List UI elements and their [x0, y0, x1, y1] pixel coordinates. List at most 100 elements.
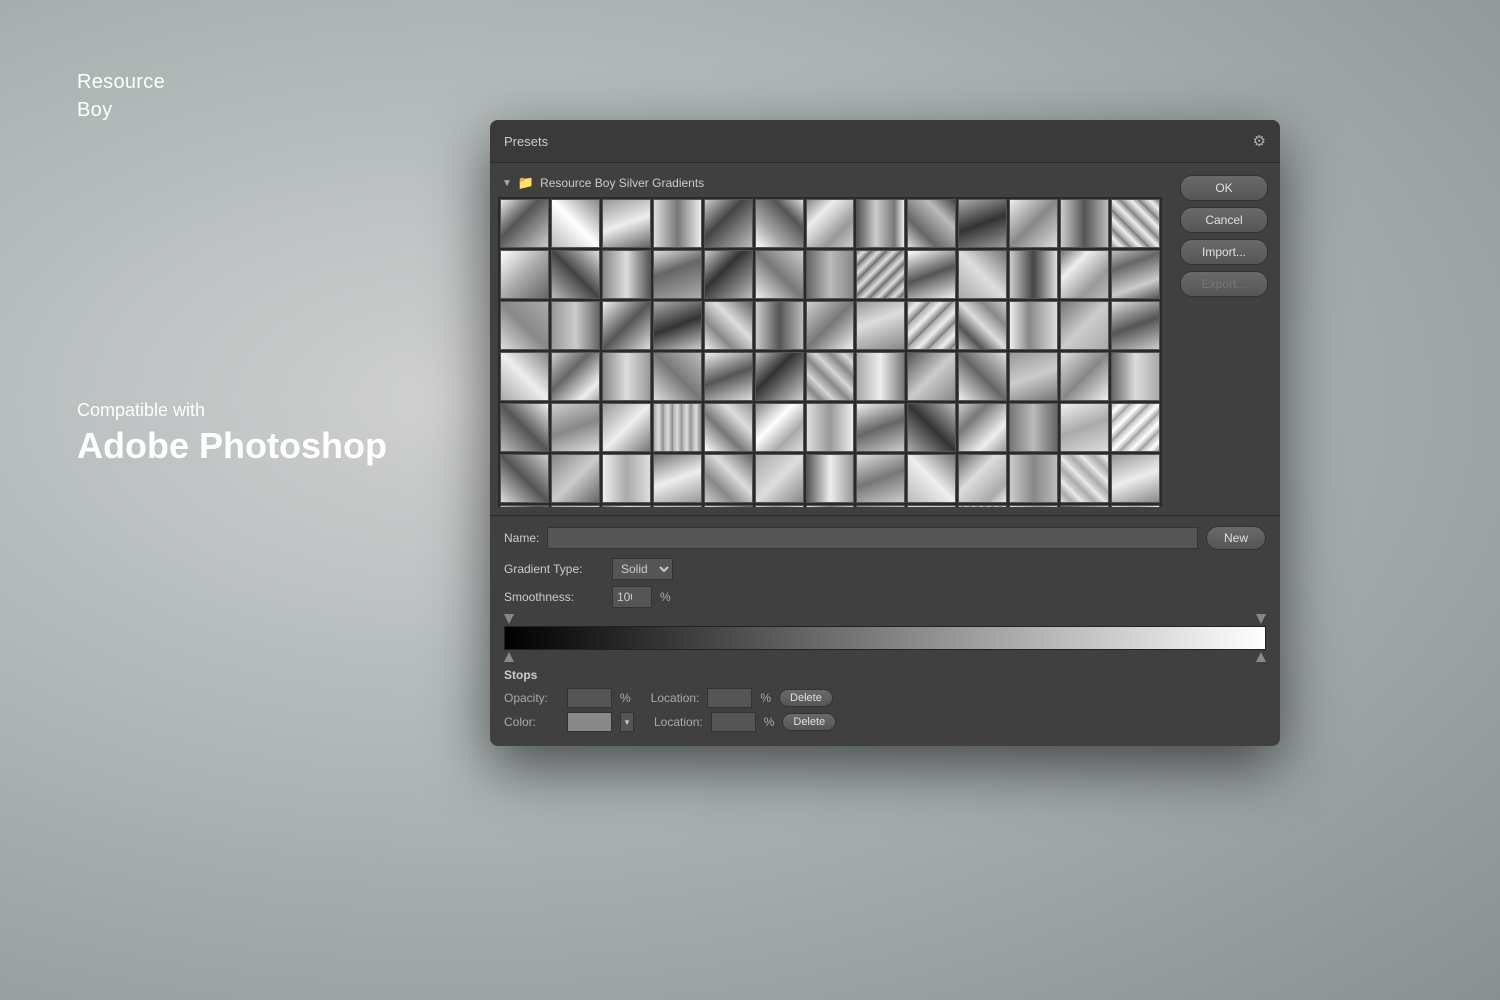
gradient-cell[interactable] [856, 250, 905, 299]
gradient-cell[interactable] [704, 505, 753, 507]
gradient-cell[interactable] [602, 301, 651, 350]
import-button[interactable]: Import... [1180, 239, 1268, 265]
gradient-cell[interactable] [806, 403, 855, 452]
gradient-cell[interactable] [602, 352, 651, 401]
gradient-cell[interactable] [500, 199, 549, 248]
gradient-cell[interactable] [1009, 454, 1058, 503]
color-location-input[interactable] [711, 712, 756, 732]
color-stop-right[interactable] [1256, 652, 1266, 662]
gradient-cell[interactable] [1111, 505, 1160, 507]
gradient-cell[interactable] [806, 352, 855, 401]
gradient-cell[interactable] [500, 301, 549, 350]
gradient-cell[interactable] [1009, 403, 1058, 452]
opacity-input[interactable] [567, 688, 612, 708]
gradient-cell[interactable] [551, 250, 600, 299]
gradient-cell[interactable] [907, 454, 956, 503]
gradient-cell[interactable] [500, 403, 549, 452]
gradient-cell[interactable] [755, 199, 804, 248]
color-stop-left[interactable] [504, 652, 514, 662]
gradient-cell[interactable] [907, 505, 956, 507]
name-input[interactable] [547, 527, 1198, 549]
gradient-cell[interactable] [500, 250, 549, 299]
gradient-cell[interactable] [653, 403, 702, 452]
gradient-cell[interactable] [1009, 352, 1058, 401]
gradient-cell[interactable] [602, 199, 651, 248]
gradient-cell[interactable] [806, 250, 855, 299]
opacity-delete-button[interactable]: Delete [779, 689, 833, 707]
gradient-cell[interactable] [602, 250, 651, 299]
gradient-cell[interactable] [1060, 199, 1109, 248]
gradient-cell[interactable] [551, 352, 600, 401]
gradient-cell[interactable] [806, 199, 855, 248]
gradient-cell[interactable] [704, 199, 753, 248]
gradient-cell[interactable] [907, 250, 956, 299]
gradient-cell[interactable] [856, 505, 905, 507]
gradient-cell[interactable] [856, 301, 905, 350]
gradient-cell[interactable] [1111, 250, 1160, 299]
gradient-cell[interactable] [1060, 454, 1109, 503]
gradient-cell[interactable] [755, 454, 804, 503]
gradient-cell[interactable] [907, 199, 956, 248]
gradient-cell[interactable] [1060, 505, 1109, 507]
gradient-cell[interactable] [704, 250, 753, 299]
gradient-cell[interactable] [958, 199, 1007, 248]
gradient-cell[interactable] [806, 454, 855, 503]
smoothness-input[interactable] [612, 586, 652, 608]
export-button[interactable]: Export... [1180, 271, 1268, 297]
gradient-cell[interactable] [1111, 352, 1160, 401]
gradient-cell[interactable] [500, 505, 549, 507]
gradient-cell[interactable] [958, 352, 1007, 401]
ok-button[interactable]: OK [1180, 175, 1268, 201]
gradient-cell[interactable] [958, 505, 1007, 507]
color-dropdown[interactable]: ▾ [620, 712, 634, 732]
gradient-cell[interactable] [958, 301, 1007, 350]
gradient-cell[interactable] [653, 250, 702, 299]
gradient-cell[interactable] [755, 352, 804, 401]
gradient-cell[interactable] [602, 505, 651, 507]
gradient-cell[interactable] [1009, 301, 1058, 350]
gradient-cell[interactable] [1009, 199, 1058, 248]
gradient-cell[interactable] [704, 352, 753, 401]
gradient-cell[interactable] [755, 250, 804, 299]
gradient-cell[interactable] [551, 403, 600, 452]
gradient-cell[interactable] [907, 352, 956, 401]
gradient-cell[interactable] [856, 454, 905, 503]
gradient-cell[interactable] [958, 454, 1007, 503]
folder-row[interactable]: ▼ 📁 Resource Boy Silver Gradients [498, 171, 1162, 197]
gradient-cell[interactable] [653, 454, 702, 503]
gradient-cell[interactable] [602, 454, 651, 503]
gradient-cell[interactable] [500, 352, 549, 401]
gradient-cell[interactable] [602, 403, 651, 452]
opacity-stop-right[interactable] [1256, 614, 1266, 624]
cancel-button[interactable]: Cancel [1180, 207, 1268, 233]
color-swatch[interactable] [567, 712, 612, 732]
gradient-cell[interactable] [653, 199, 702, 248]
gradient-cell[interactable] [704, 403, 753, 452]
gradient-cell[interactable] [1060, 403, 1109, 452]
gradient-cell[interactable] [1009, 250, 1058, 299]
gradient-cell[interactable] [653, 505, 702, 507]
gear-icon[interactable]: ⚙ [1253, 132, 1266, 150]
gradient-cell[interactable] [1111, 301, 1160, 350]
gradient-cell[interactable] [551, 505, 600, 507]
gradient-cell[interactable] [1060, 250, 1109, 299]
opacity-location-input[interactable] [707, 688, 752, 708]
new-button[interactable]: New [1206, 526, 1266, 550]
gradient-cell[interactable] [958, 250, 1007, 299]
gradient-cell[interactable] [856, 403, 905, 452]
gradient-bar[interactable] [504, 626, 1266, 650]
gradient-cell[interactable] [755, 505, 804, 507]
gradient-cell[interactable] [806, 505, 855, 507]
presets-scroll[interactable] [498, 197, 1162, 507]
gradient-cell[interactable] [1111, 199, 1160, 248]
gradient-cell[interactable] [856, 199, 905, 248]
gradient-cell[interactable] [500, 454, 549, 503]
gradient-cell[interactable] [1009, 505, 1058, 507]
gradient-cell[interactable] [704, 454, 753, 503]
gradient-cell[interactable] [856, 352, 905, 401]
gradient-cell[interactable] [907, 301, 956, 350]
gradient-cell[interactable] [653, 352, 702, 401]
gradient-cell[interactable] [551, 454, 600, 503]
gradient-cell[interactable] [907, 403, 956, 452]
gradient-cell[interactable] [755, 301, 804, 350]
